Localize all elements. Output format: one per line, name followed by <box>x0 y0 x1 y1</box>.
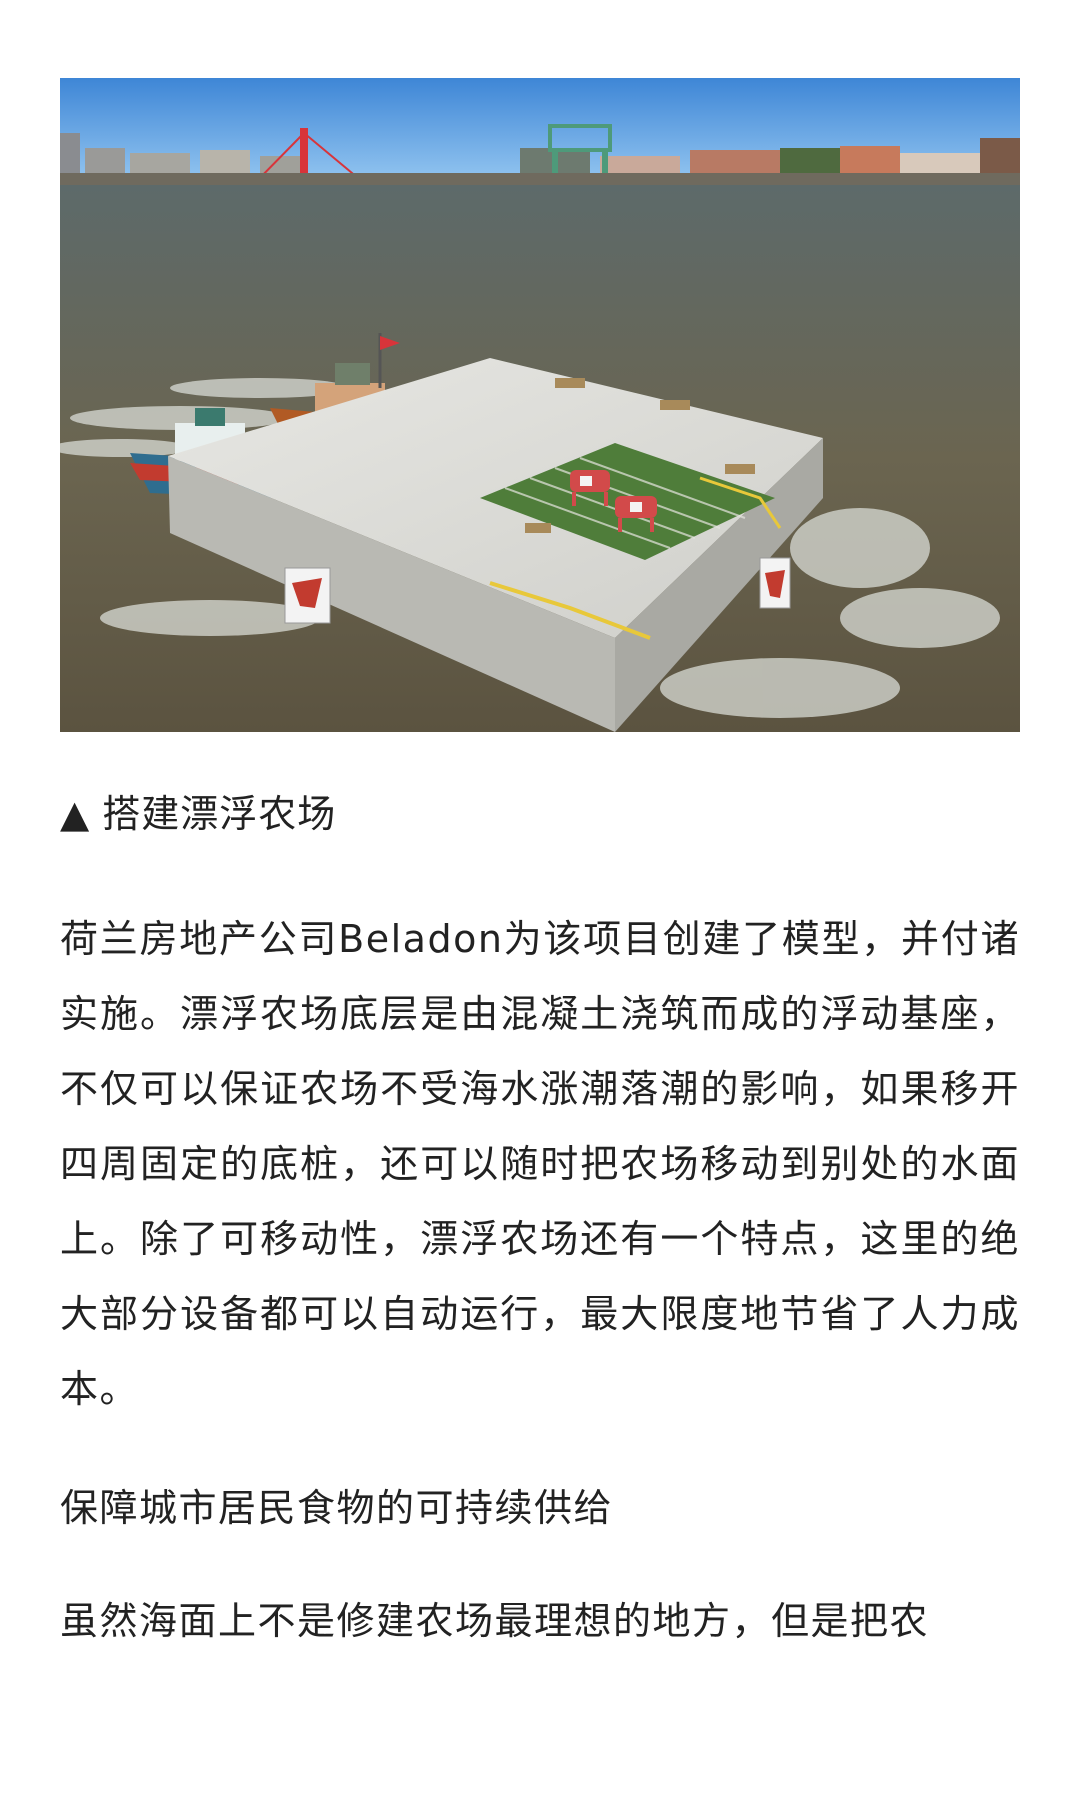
photo-illustration <box>60 78 1020 732</box>
article: ▲ 搭建漂浮农场 荷兰房地产公司Beladon为该项目创建了模型，并付诸实施。漂浮… <box>60 78 1020 1659</box>
photo-caption: ▲ 搭建漂浮农场 <box>60 788 1020 840</box>
section-subheading: 保障城市居民食物的可持续供给 <box>60 1486 614 1530</box>
triangle-marker-icon: ▲ <box>60 792 91 836</box>
floating-farm-photo <box>60 78 1020 732</box>
body-paragraph-1: 荷兰房地产公司Beladon为该项目创建了模型，并付诸实施。漂浮农场底层是由混凝… <box>60 917 1020 1411</box>
body-paragraph-2: 虽然海面上不是修建农场最理想的地方，但是把农 <box>60 1599 930 1643</box>
caption-text: 搭建漂浮农场 <box>102 792 337 836</box>
